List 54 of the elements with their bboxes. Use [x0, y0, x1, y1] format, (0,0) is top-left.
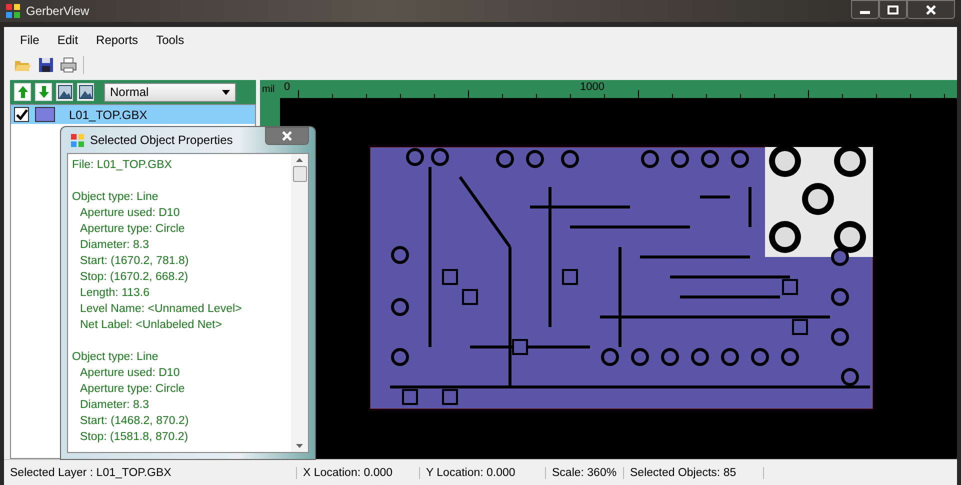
property-line: Object type: Line	[72, 190, 160, 205]
status-field: X Location: 0.000	[297, 466, 420, 478]
dialog-title: Selected Object Properties	[90, 133, 233, 147]
ruler-unit: mil	[261, 83, 276, 97]
menu-item[interactable]: Edit	[49, 31, 86, 49]
up-arrow-icon	[16, 85, 28, 99]
property-line: Aperture used: D10	[79, 206, 181, 221]
close-button[interactable]	[907, 0, 955, 19]
property-line: Diameter: 8.3	[79, 398, 150, 413]
maximize-button[interactable]	[879, 0, 907, 19]
layer-checkbox[interactable]	[14, 107, 29, 122]
picture-button[interactable]	[77, 83, 94, 101]
property-line: Diameter: 8.3	[79, 238, 150, 253]
layer-name: L01_TOP.GBX	[69, 108, 148, 122]
property-line: Start: (1468.2, 870.2)	[79, 414, 190, 429]
maximize-icon	[887, 4, 899, 14]
status-field: Scale: 360%	[546, 466, 624, 478]
property-line: Aperture type: Circle	[79, 222, 186, 237]
move-down-button[interactable]	[35, 83, 52, 101]
window-title: GerberView	[26, 4, 90, 18]
app-icon	[71, 134, 84, 146]
view-mode-dropdown[interactable]: Normal	[104, 82, 236, 102]
scroll-bar[interactable]	[291, 154, 308, 452]
minimize-icon	[860, 11, 870, 14]
property-line: Length: 113.6	[79, 286, 150, 301]
close-icon	[925, 4, 937, 14]
status-field: Selected Objects: 85	[624, 466, 764, 478]
property-line: File: L01_TOP.GBX	[72, 158, 173, 173]
app-icon	[6, 4, 20, 18]
property-line: Stop: (1581.8, 870.2)	[79, 430, 190, 445]
menu-item[interactable]: Tools	[148, 31, 192, 49]
picture-button[interactable]	[56, 83, 73, 101]
down-arrow-icon	[38, 85, 50, 99]
property-line: Level Name: <Unnamed Level>	[79, 302, 243, 317]
layer-row[interactable]: L01_TOP.GBX	[11, 105, 255, 124]
close-icon	[281, 131, 293, 141]
property-line: Start: (1670.2, 781.8)	[79, 254, 190, 269]
property-line: Aperture type: Circle	[79, 382, 186, 397]
caret-icon	[222, 90, 230, 94]
save-icon[interactable]	[38, 57, 54, 73]
property-line: Stop: (1670.2, 668.2)	[79, 270, 190, 285]
ruler-label: 0	[284, 81, 290, 93]
property-line: Aperture used: D10	[79, 366, 181, 381]
minimize-button[interactable]	[851, 0, 879, 19]
print-icon[interactable]	[60, 57, 77, 73]
menu-item[interactable]: File	[12, 31, 48, 49]
move-up-button[interactable]	[14, 83, 31, 101]
status-field: Y Location: 0.000	[420, 466, 546, 478]
close-button[interactable]	[265, 127, 309, 145]
property-line: Object type: Line	[72, 350, 160, 365]
ruler-label: 1000	[580, 81, 604, 93]
property-line: Net Label: <Unlabeled Net>	[79, 318, 223, 333]
menu-item[interactable]: Reports	[88, 31, 146, 49]
status-field: Selected Layer : L01_TOP.GBX	[4, 466, 297, 478]
